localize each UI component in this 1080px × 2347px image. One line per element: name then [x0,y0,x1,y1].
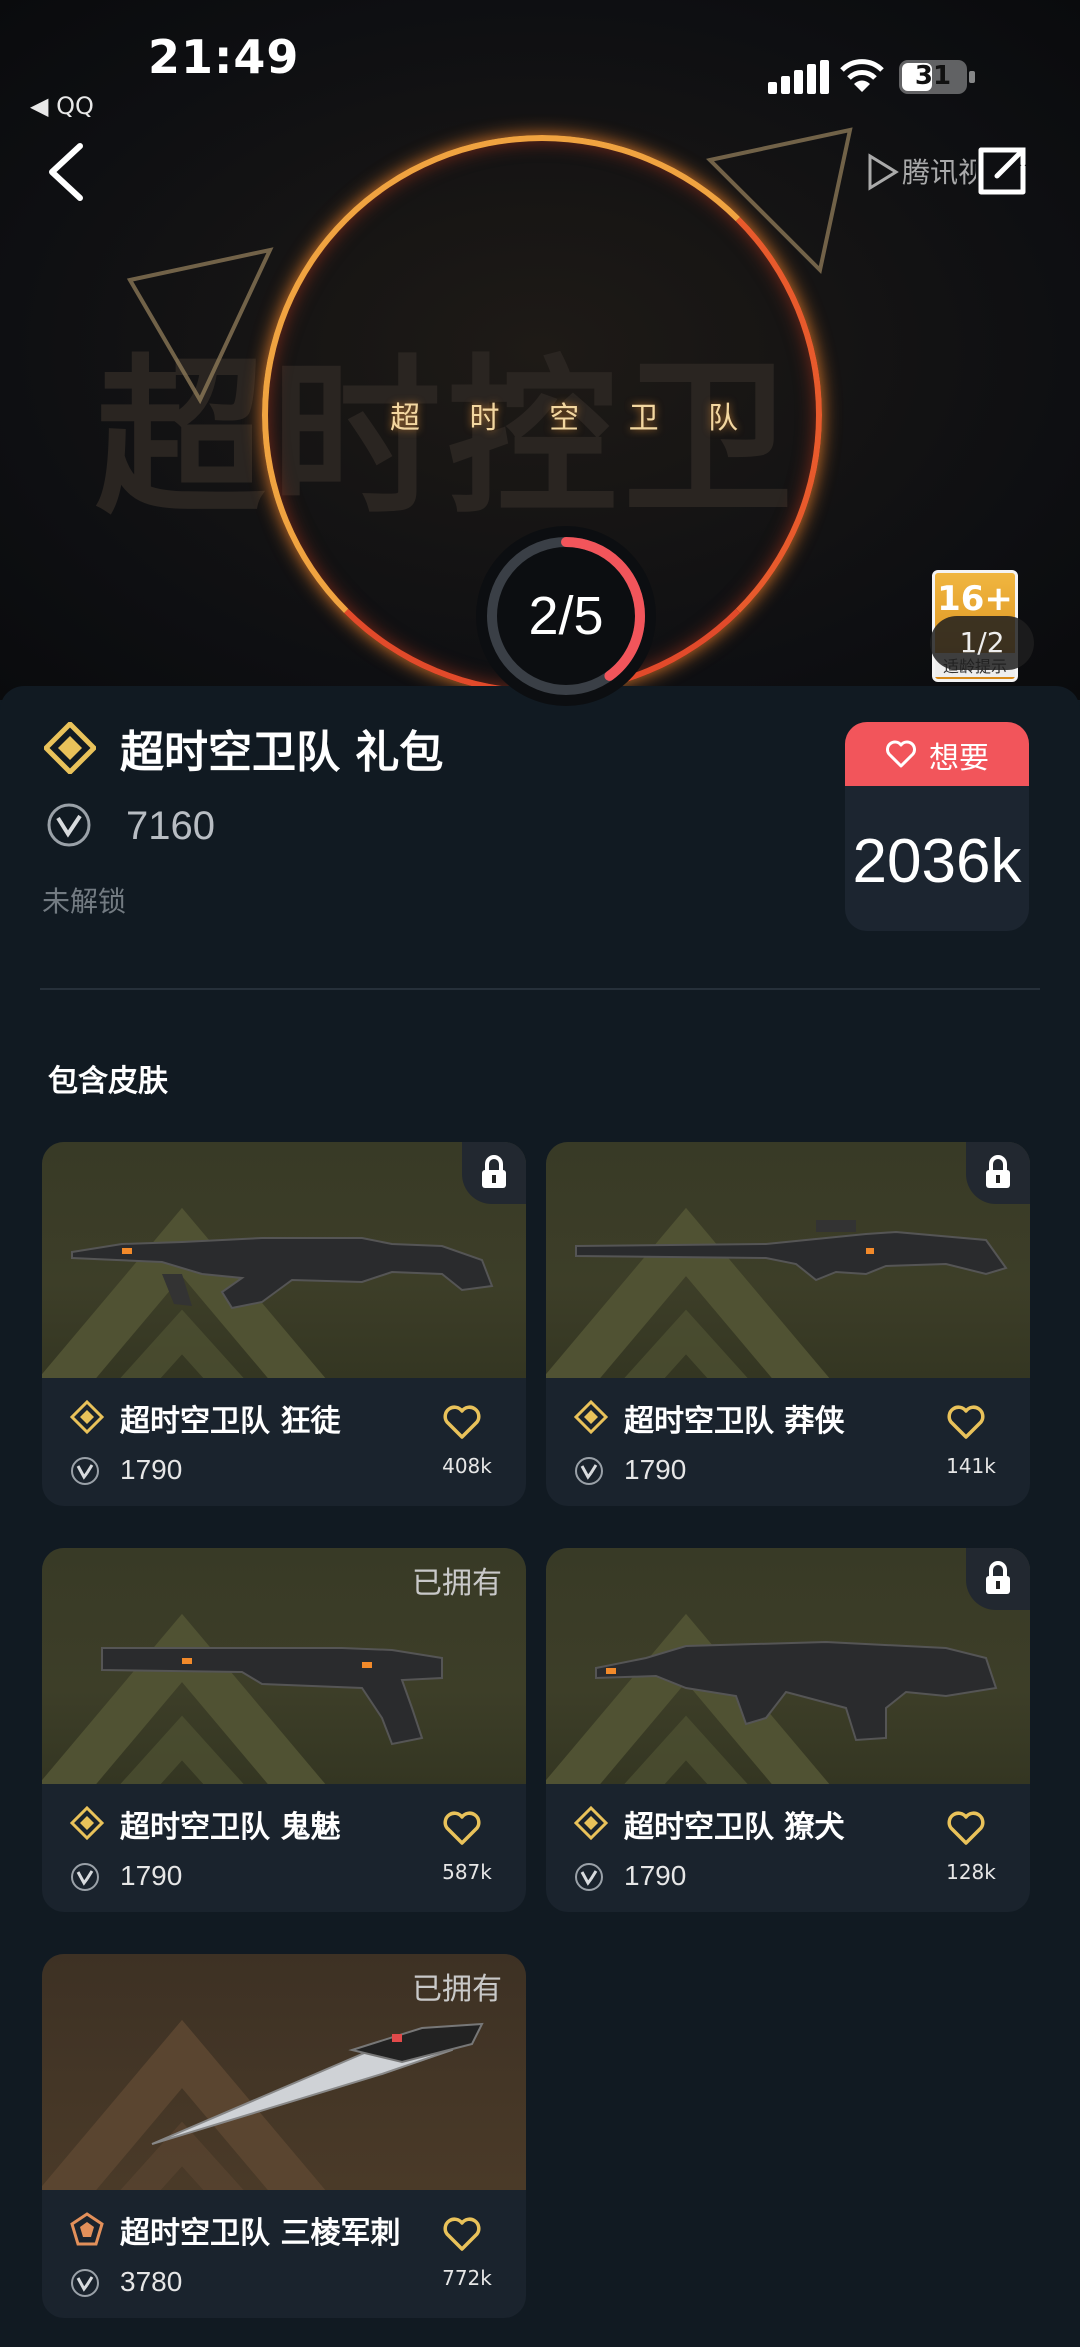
collection-progress: 2/5 [476,526,656,706]
heart-icon[interactable] [946,1404,986,1440]
vp-currency-icon [575,1457,603,1485]
skin-name: 超时空卫队 狂徒 [120,1404,341,1439]
skin-likes: 587k [442,1860,492,1884]
skin-price: 1790 [624,1860,687,1891]
status-bar: 21:49 ◀ QQ 31 [0,0,1080,120]
image-page-indicator[interactable]: 1/2 [930,616,1034,670]
heart-icon[interactable] [442,1404,482,1440]
lock-badge [966,1142,1030,1204]
skin-likes: 408k [442,1454,492,1478]
skin-card[interactable]: 超时空卫队 狂徒 1790 408k [42,1142,526,1506]
weapon-image [101,1647,443,1746]
skin-likes: 141k [946,1454,996,1478]
skin-name: 超时空卫队 鬼魅 [120,1810,341,1845]
tier-gem-icon [70,1806,104,1840]
skin-name: 超时空卫队 獠犬 [624,1810,845,1845]
weapon-image [71,1237,494,1310]
owned-label: 已拥有 [412,1972,502,2007]
lock-badge [966,1548,1030,1610]
skin-name: 超时空卫队 莽侠 [624,1404,845,1439]
vp-currency-icon [575,1863,603,1891]
status-time: 21:49 [148,30,300,84]
divider [40,988,1040,990]
lock-icon [986,1561,1010,1594]
skin-name: 超时空卫队 三棱军刺 [120,2216,401,2251]
tier-gem-icon [574,1400,608,1434]
tier-gem-icon [574,1806,608,1840]
watermark-text: 腾讯视频 [902,156,976,189]
want-count: 2036k [852,827,1022,896]
heart-icon[interactable] [442,1810,482,1846]
want-box: 想要 2036k [845,722,1029,931]
tier-gem-icon [44,722,96,774]
vp-currency-icon [47,803,91,847]
skin-image [546,1142,1030,1378]
skin-price: 1790 [624,1454,687,1485]
skin-price: 1790 [120,1860,183,1891]
heart-icon [886,740,916,768]
skin-image [546,1548,1030,1784]
back-to-app-link[interactable]: ◀ QQ [30,92,94,120]
cellular-signal-icon [768,60,829,94]
skin-card[interactable]: 超时空卫队 獠犬 1790 128k [546,1548,1030,1912]
heart-icon[interactable] [442,2216,482,2252]
share-icon[interactable] [975,144,1029,198]
owned-label: 已拥有 [412,1566,502,1601]
hero-title: 超 时 空 卫 队 [390,401,759,436]
heart-icon[interactable] [946,1810,986,1846]
section-title: 包含皮肤 [48,1064,168,1099]
wifi-icon [840,59,884,92]
skin-card[interactable]: 超时空卫队 莽侠 1790 141k [546,1142,1030,1506]
progress-label: 2/5 [528,586,604,646]
vp-currency-icon [71,2269,99,2297]
skin-likes: 128k [946,1860,996,1884]
unlock-status: 未解锁 [42,885,127,918]
back-arrow-icon[interactable] [44,140,88,204]
battery-level: 31 [914,61,952,91]
skin-price: 3780 [120,2266,183,2297]
battery-icon: 31 [898,59,978,95]
want-button[interactable]: 想要 [845,722,1029,786]
bundle-title: 超时空卫队 礼包 [120,727,444,778]
vp-currency-icon [71,1863,99,1891]
skin-image: 已拥有 [42,1954,526,2190]
lock-icon [986,1155,1010,1188]
skin-price: 1790 [120,1454,183,1485]
tier-gem-icon [70,2212,104,2246]
age-rating-number: 16+ [937,579,1013,619]
skin-image: 已拥有 [42,1548,526,1784]
vp-currency-icon [71,1457,99,1485]
skin-card[interactable]: 已拥有 超时空卫队 三棱军刺 3780 772k [42,1954,526,2318]
weapon-image [575,1220,1008,1282]
bundle-price: 7160 [126,804,215,848]
weapon-image [595,1640,998,1742]
weapon-image [151,2022,484,2145]
skin-image [42,1142,526,1378]
want-label: 想要 [929,741,989,776]
skin-likes: 772k [442,2266,492,2290]
tier-gem-icon [70,1400,104,1434]
lock-badge [462,1142,526,1204]
tencent-video-logo: 腾讯视频 [868,153,976,191]
lock-icon [482,1155,506,1188]
skin-card[interactable]: 已拥有 超时空卫队 鬼魅 1790 587k [42,1548,526,1912]
